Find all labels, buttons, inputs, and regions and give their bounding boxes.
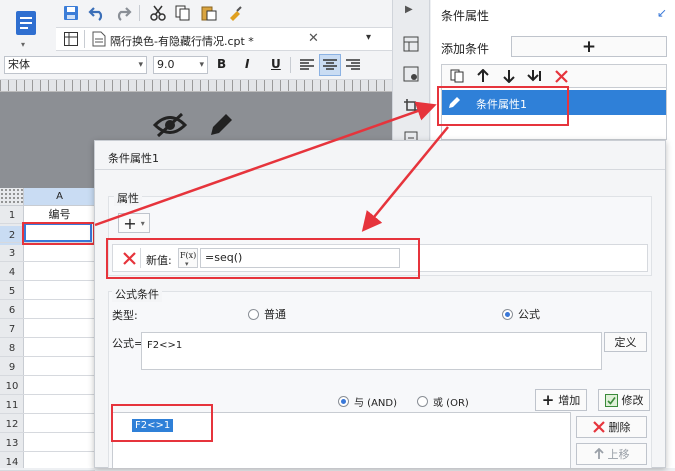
annotation-arrows xyxy=(94,101,449,232)
arrow-list-to-property xyxy=(361,126,449,232)
